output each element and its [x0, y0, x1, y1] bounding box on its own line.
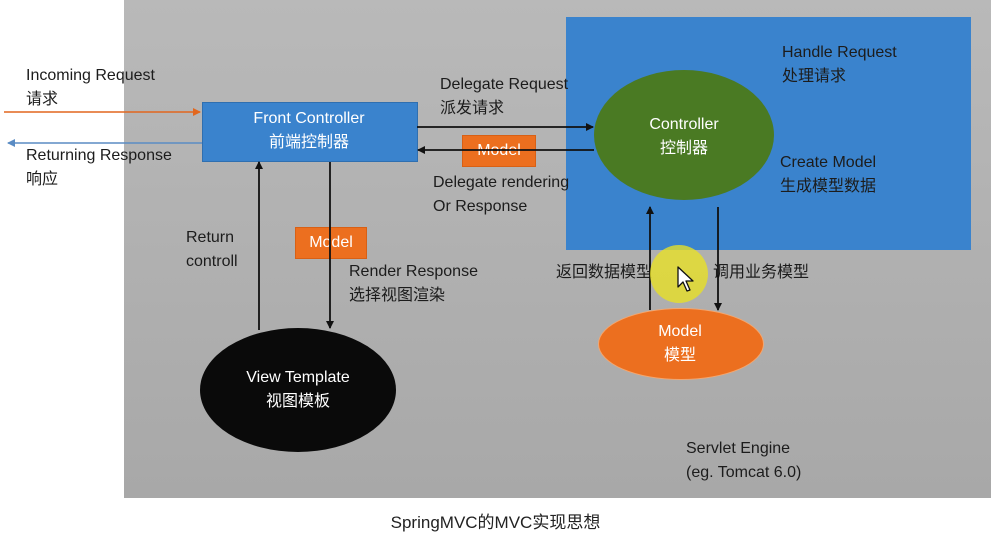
- mouse-pointer-icon: [677, 266, 694, 292]
- flow-arrows: [4, 108, 722, 330]
- diagram-stage: Incoming Request 请求 Returning Response 响…: [0, 0, 991, 548]
- diagram-caption: SpringMVC的MVC实现思想: [390, 513, 601, 532]
